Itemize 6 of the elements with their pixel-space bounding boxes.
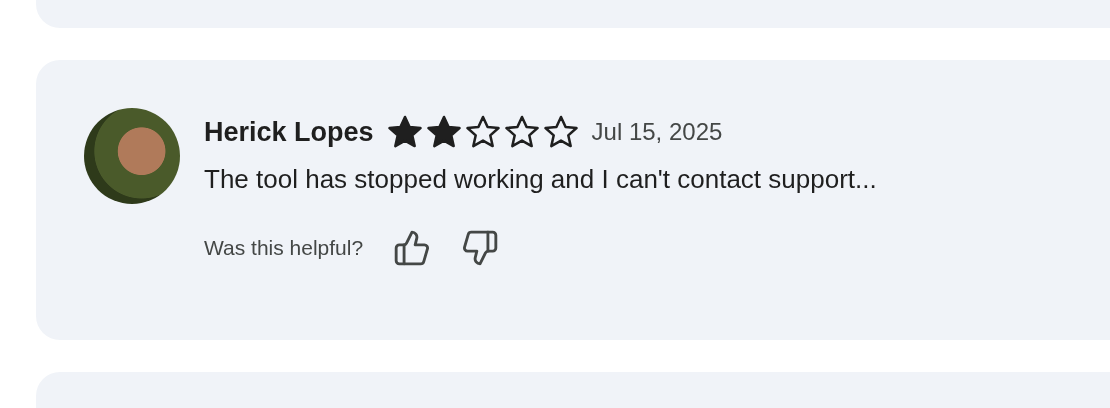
review-text: The tool has stopped working and I can't contact support...	[204, 164, 877, 195]
helpful-prompt: Was this helpful?	[204, 236, 364, 260]
reviewer-name: Herick Lopes	[204, 116, 374, 148]
thumbs-down-icon[interactable]	[461, 229, 500, 267]
thumbs-up-icon[interactable]	[393, 229, 432, 267]
review-date: Jul 15, 2025	[591, 118, 723, 146]
